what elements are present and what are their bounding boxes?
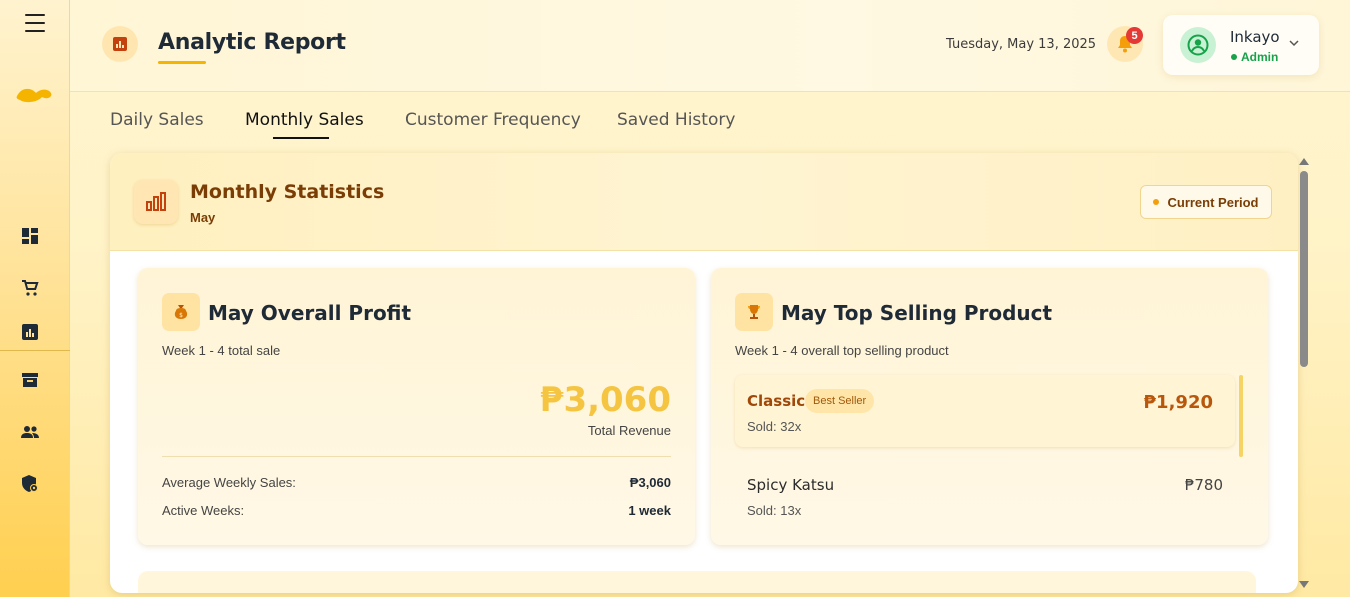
sidebar-divider: [0, 350, 70, 351]
status-dot: [1231, 54, 1237, 60]
tab-saved-history[interactable]: Saved History: [617, 110, 735, 130]
user-role: Admin: [1241, 50, 1279, 64]
product-name: Classic: [747, 392, 806, 410]
product-name: Spicy Katsu: [747, 476, 835, 494]
top-card-subtitle: Week 1 - 4 overall top selling product: [735, 343, 949, 358]
overall-profit-card: $ May Overall Profit Week 1 - 4 total sa…: [138, 268, 695, 545]
top-card-title: May Top Selling Product: [781, 301, 1053, 325]
total-revenue-caption: Total Revenue: [587, 423, 671, 438]
avg-weekly-value: ₱3,060: [629, 475, 671, 490]
bar-chart-icon: [134, 180, 178, 224]
logo[interactable]: [14, 84, 54, 106]
page-title: Analytic Report: [158, 30, 346, 55]
best-seller-badge: Best Seller: [805, 389, 875, 413]
product-sold: Sold: 13x: [747, 503, 802, 518]
chevron-down-icon[interactable]: [1289, 39, 1299, 47]
report-icon[interactable]: [20, 322, 40, 342]
svg-text:$: $: [179, 312, 183, 319]
period-dot: [1153, 199, 1160, 205]
active-weeks-value: 1 week: [628, 503, 671, 518]
active-tab-indicator: [273, 137, 329, 139]
stats-title: Monthly Statistics: [190, 181, 385, 203]
cart-icon[interactable]: [20, 278, 40, 298]
sidebar: [0, 0, 70, 597]
period-label: Current Period: [1167, 194, 1259, 210]
money-bag-icon: $: [162, 293, 200, 331]
people-icon[interactable]: [20, 422, 40, 442]
next-card-partial: [138, 571, 1256, 593]
report-title-icon: [102, 26, 138, 62]
current-date: Tuesday, May 13, 2025: [946, 37, 1097, 52]
profit-card-subtitle: Week 1 - 4 total sale: [162, 343, 281, 358]
profit-card-title: May Overall Profit: [208, 301, 412, 325]
product-price: ₱780: [1184, 476, 1223, 494]
scroll-up-arrow-icon[interactable]: [1299, 158, 1309, 165]
list-item[interactable]: Classic Best Seller ₱1,920 Sold: 32x: [735, 375, 1235, 447]
tab-monthly-sales[interactable]: Monthly Sales: [245, 110, 364, 130]
notification-badge: 5: [1126, 27, 1143, 44]
total-revenue-value: ₱3,060: [539, 380, 671, 420]
top-selling-card: May Top Selling Product Week 1 - 4 overa…: [711, 268, 1268, 545]
page-scrollbar[interactable]: [1297, 153, 1311, 593]
dashboard-icon[interactable]: [20, 226, 40, 246]
panel-header: Monthly Statistics May Current Period: [110, 153, 1298, 251]
avg-weekly-label: Average Weekly Sales:: [162, 475, 296, 490]
header: Analytic Report Tuesday, May 13, 2025 5 …: [70, 0, 1350, 92]
archive-icon[interactable]: [20, 370, 40, 390]
title-underline: [158, 61, 206, 64]
user-circle-icon: [1187, 34, 1209, 56]
user-name: Inkayo: [1230, 28, 1280, 46]
shield-icon[interactable]: [20, 474, 40, 494]
scroll-thumb[interactable]: [1300, 171, 1308, 367]
product-sold: Sold: 32x: [747, 419, 802, 434]
stats-month: May: [190, 210, 216, 225]
scroll-down-arrow-icon[interactable]: [1299, 581, 1309, 588]
monthly-statistics-panel: Monthly Statistics May Current Period $ …: [110, 153, 1298, 593]
current-period-button[interactable]: Current Period: [1140, 185, 1272, 219]
avatar: [1180, 27, 1216, 63]
list-scrollbar[interactable]: [1239, 375, 1243, 457]
card-divider: [162, 456, 671, 457]
trophy-icon: [735, 293, 773, 331]
hamburger-menu-icon[interactable]: [25, 14, 45, 32]
product-price: ₱1,920: [1143, 392, 1213, 413]
tab-daily-sales[interactable]: Daily Sales: [110, 110, 204, 130]
active-weeks-label: Active Weeks:: [162, 503, 245, 518]
tab-customer-frequency[interactable]: Customer Frequency: [405, 110, 581, 130]
user-menu[interactable]: Inkayo Admin: [1163, 15, 1319, 75]
